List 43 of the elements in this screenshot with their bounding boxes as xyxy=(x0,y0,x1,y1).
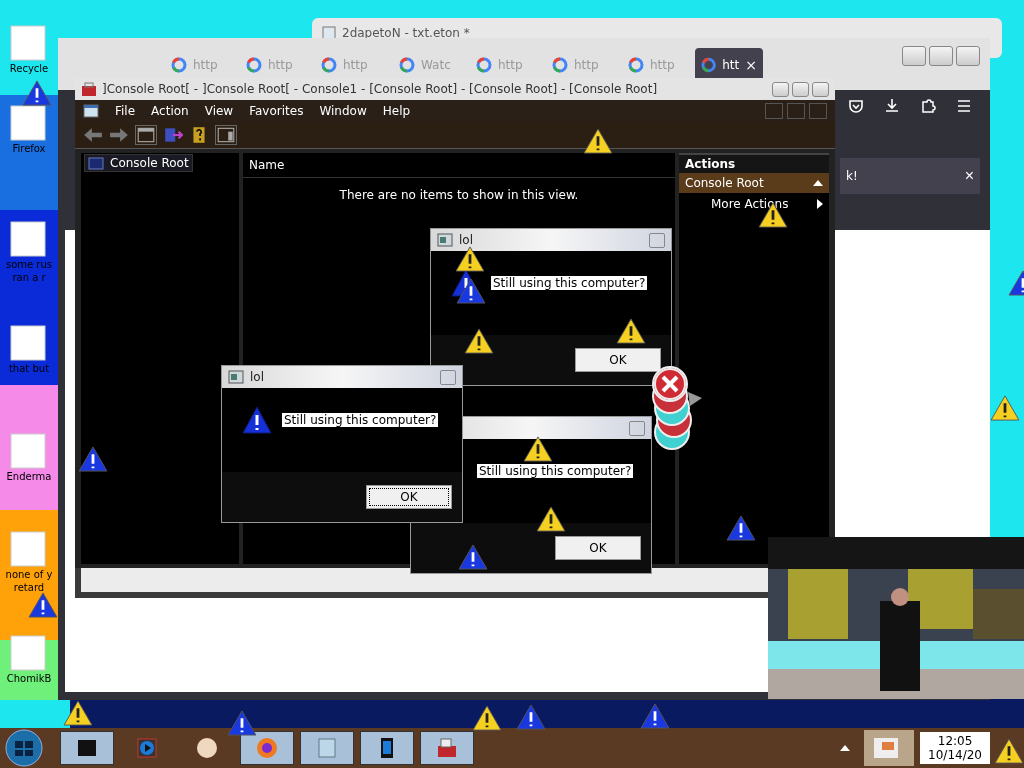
column-header[interactable]: Name xyxy=(249,158,285,172)
desktop-icon-label: none of y xyxy=(5,568,53,581)
dialog-title: lol xyxy=(459,233,473,247)
section-header[interactable]: Console Root xyxy=(679,173,829,193)
tab-close-button[interactable]: × xyxy=(745,57,757,73)
tab-label: http xyxy=(343,58,368,72)
menu-item[interactable]: Favorites xyxy=(249,104,304,118)
desktop-icon-label: Firefox xyxy=(12,142,46,155)
ok-button[interactable]: OK xyxy=(366,485,452,509)
notification-text: k! xyxy=(846,169,858,183)
close-button[interactable]: × xyxy=(964,167,974,185)
desktop-icon-label: retard xyxy=(13,581,45,594)
section-title: Console Root xyxy=(685,176,764,190)
menu-item[interactable]: Window xyxy=(319,104,367,118)
dialog-title: lol xyxy=(250,370,264,384)
ok-button[interactable]: OK xyxy=(575,348,661,372)
clock-time: 12:05 xyxy=(937,734,973,748)
tab-label: Watc xyxy=(421,58,451,72)
desktop-icon-label: Enderma xyxy=(6,470,52,483)
menu-item[interactable]: Action xyxy=(151,104,189,118)
menu-item[interactable]: File xyxy=(115,104,136,118)
tab-label: http xyxy=(650,58,675,72)
clock-date: 10/14/20 xyxy=(928,748,982,762)
menu-item[interactable]: Help xyxy=(382,104,411,118)
dialog-message: Still using this computer? xyxy=(282,413,439,427)
tab-label: http xyxy=(574,58,599,72)
tab-label: htt xyxy=(722,58,740,72)
dialog-message: Still using this computer? xyxy=(491,276,648,290)
desktop-icon-label: that but xyxy=(8,362,50,375)
tab-label: http xyxy=(268,58,293,72)
dialog-message: Still using this computer? xyxy=(477,464,634,478)
tab-label: http xyxy=(193,58,218,72)
tree-item[interactable]: Console Root xyxy=(85,155,192,171)
ok-button[interactable]: OK xyxy=(555,536,641,560)
action-item[interactable]: More Actions xyxy=(679,193,829,215)
empty-message: There are no items to show in this view. xyxy=(339,188,579,202)
tab-label: http xyxy=(498,58,523,72)
window-title: ]Console Root[ - ]Console Root[ - Console1 - [Console Root] - [Console Root] - [Console Root] xyxy=(102,82,659,96)
desktop-icon-label: Recycle xyxy=(9,62,49,75)
menu-item[interactable]: View xyxy=(204,104,234,118)
window-title: 2dapetoN - txt.eton * xyxy=(342,26,470,40)
desktop-icon-label: ChomikB xyxy=(6,672,52,685)
pane-title: Actions xyxy=(679,153,829,173)
